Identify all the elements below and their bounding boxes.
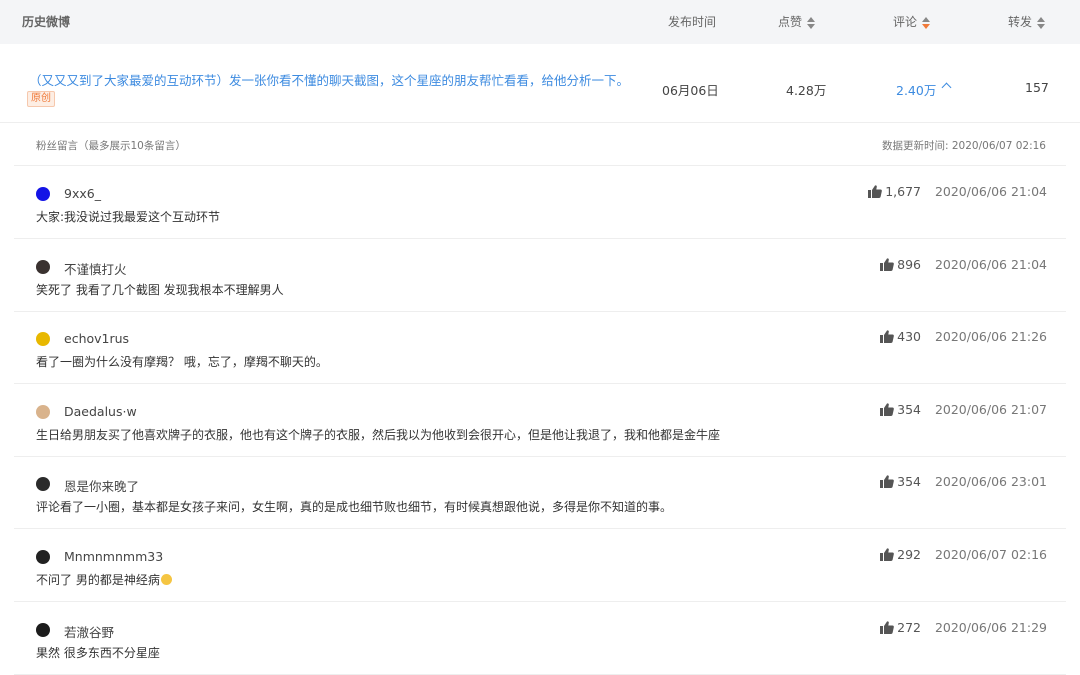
comment-text-content: 生日给男朋友买了他喜欢牌子的衣服，他也有这个牌子的衣服，然后我以为他收到会很开心… [36,427,721,442]
comment-row: Mnmnmnmm33 不问了 男的都是神经病 292 2020/06/07 02:16 [14,529,1066,602]
comment-row: 若澈谷野果然 很多东西不分星座 272 2020/06/06 21:29 [14,602,1066,675]
comment-username[interactable]: Mnmnmnmm33 [64,549,163,564]
comment-row: echov1rus 看了一圈为什么没有摩羯？ 哦，忘了，摩羯不聊天的。 430 202… [14,311,1066,385]
post-comments-toggle[interactable]: 2.40万 [896,80,936,99]
comment-row: 恩是你来晚了评论看了一小圈，基本都是女孩子来问，女生啊，真的是成也细节败也细节，… [14,456,1066,530]
comment-time: 2020/06/06 21:07 [934,401,1047,417]
thumbs-up-icon [880,548,894,564]
comment-username[interactable]: echov1rus [64,331,129,346]
comment-row: 9xx6_ 大家:我没说过我最爱这个互动环节 1,677 2020/06/06 21:… [14,166,1066,239]
comment-text-content: 大家:我没说过我最爱这个互动环节 [36,210,221,224]
comment-likes: 430 [880,329,921,346]
thumbs-up-icon [880,620,894,637]
header-likes-label: 点赞 [778,15,803,29]
comment-text: 果然 很多东西不分星座 [36,644,160,661]
comment-like-count: 896 [897,256,921,272]
thumbs-up-icon [880,403,894,419]
comment-time: 2020/06/06 21:04 [934,256,1047,272]
chevron-up-icon[interactable] [941,82,952,93]
comments-panel-header: 粉丝留言（最多展示10条留言） 数据更新时间: 2020/06/07 02:16 [14,123,1066,166]
post-likes: 4.28万 [786,83,827,98]
post-row: （又又又到了大家最爱的互动环节）发一张你看不懂的聊天截图，这个星座的朋友帮忙看看… [0,44,1080,123]
post-link[interactable]: （又又又到了大家最爱的互动环节）发一张你看不懂的聊天截图，这个星座的朋友帮忙看看… [29,70,629,89]
comment-username[interactable]: Daedalus·w [64,404,137,419]
comment-like-count: 430 [897,329,921,345]
avatar[interactable] [36,332,50,347]
comment-text: 不问了 男的都是神经病 [36,571,172,588]
avatar[interactable] [36,259,50,274]
header-reposts-sort[interactable]: 转发 [1008,0,1046,44]
comment-time: 2020/06/06 23:01 [934,474,1047,490]
comments-panel: 粉丝留言（最多展示10条留言） 数据更新时间: 2020/06/07 02:16… [14,123,1066,675]
avatar[interactable] [36,404,50,419]
header-comments-label: 评论 [893,15,918,29]
comment-time: 2020/06/06 21:26 [934,329,1047,345]
comment-like-count: 272 [897,619,921,635]
sort-icon[interactable] [807,16,816,29]
comment-time: 2020/06/06 21:04 [934,184,1047,199]
post-date: 06月06日 [662,83,719,98]
header-reposts-label: 转发 [1008,15,1033,29]
thumbs-up-icon [880,475,894,491]
comment-likes: 272 [880,620,921,637]
avatar[interactable] [36,550,50,564]
comment-likes: 292 [880,547,921,564]
comment-time: 2020/06/07 02:16 [934,547,1047,562]
comment-text-content: 笑死了 我看了几个截图 发现我根本不理解男人 [36,282,284,297]
thumbs-up-icon [868,185,883,201]
comment-likes: 354 [880,474,921,491]
comment-text-content: 不问了 男的都是神经病 [36,573,160,587]
header-time: 发布时间 [668,15,717,29]
comment-username[interactable]: 不谨慎打火 [64,259,127,278]
comment-like-count: 1,677 [885,184,921,199]
header-likes-sort[interactable]: 点赞 [778,0,816,44]
comment-row: 不谨慎打火笑死了 我看了几个截图 发现我根本不理解男人 896 2020/06/06… [14,239,1066,312]
comment-like-count: 354 [897,474,921,490]
comment-like-count: 292 [897,547,921,562]
comment-like-count: 354 [897,401,921,417]
comment-likes: 1,677 [868,184,921,201]
comment-likes: 896 [880,257,921,274]
comment-username[interactable]: 若澈谷野 [64,622,114,641]
comment-username[interactable]: 9xx6_ [64,186,101,201]
comment-text-content: 果然 很多东西不分星座 [36,645,160,660]
comment-text-content: 评论看了一小圈，基本都是女孩子来问，女生啊，真的是成也细节败也细节，有时候真想跟… [36,500,673,515]
comment-likes: 354 [880,402,921,419]
data-update-time: 数据更新时间: 2020/06/07 02:16 [882,140,1046,152]
avatar[interactable] [36,622,50,637]
comment-row: Daedalus·w 生日给男朋友买了他喜欢牌子的衣服，他也有这个牌子的衣服，然后… [14,384,1066,457]
avatar[interactable] [36,187,50,201]
comment-text: 生日给男朋友买了他喜欢牌子的衣服，他也有这个牌子的衣服，然后我以为他收到会很开心… [36,426,720,443]
emoji-icon [160,574,172,585]
header-comments-sort[interactable]: 评论 [893,0,931,44]
panel-title: 粉丝留言（最多展示10条留言） [36,140,186,152]
sort-icon[interactable] [922,16,931,29]
original-badge: 原创 [27,91,55,107]
thumbs-up-icon [880,330,894,346]
comment-text-content: 看了一圈为什么没有摩羯？ 哦，忘了，摩羯不聊天的。 [36,355,328,370]
comment-text: 笑死了 我看了几个截图 发现我根本不理解男人 [36,281,284,298]
avatar[interactable] [36,477,50,492]
post-reposts: 157 [1025,80,1049,95]
thumbs-up-icon [880,257,894,274]
table-header: 历史微博 发布时间 点赞 评论 转发 [0,0,1080,44]
comment-text: 评论看了一小圈，基本都是女孩子来问，女生啊，真的是成也细节败也细节，有时候真想跟… [36,498,672,515]
comment-username[interactable]: 恩是你来晚了 [64,476,139,495]
sort-icon[interactable] [1037,16,1046,29]
header-title: 历史微博 [22,15,71,29]
comment-text: 看了一圈为什么没有摩羯？ 哦，忘了，摩羯不聊天的。 [36,353,328,370]
comment-text: 大家:我没说过我最爱这个互动环节 [36,208,220,225]
comment-time: 2020/06/06 21:29 [934,619,1047,635]
